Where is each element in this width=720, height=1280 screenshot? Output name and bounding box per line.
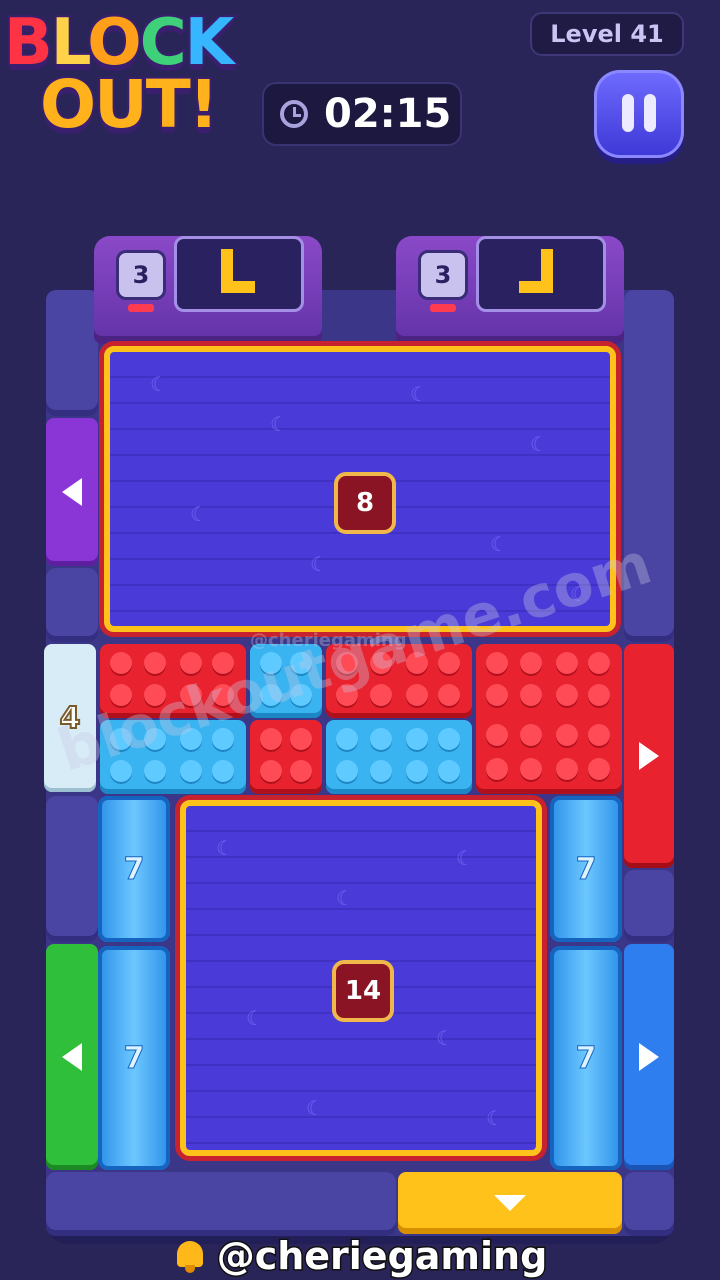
footer-handle: @cheriegaming bbox=[215, 1233, 549, 1280]
exit-purple-left[interactable] bbox=[46, 418, 98, 566]
timer-text: 02:15 bbox=[324, 91, 452, 137]
arrow-right-icon bbox=[639, 1043, 659, 1071]
pause-icon-bar bbox=[644, 94, 656, 132]
spawner-light bbox=[430, 304, 456, 312]
spawner-right: 3 bbox=[396, 236, 624, 344]
arrow-right-icon bbox=[639, 742, 659, 770]
ice-block[interactable]: 7 bbox=[550, 796, 622, 942]
bell-icon bbox=[173, 1239, 207, 1273]
ice-block[interactable]: 7 bbox=[98, 946, 170, 1170]
frame-left-lower bbox=[46, 796, 98, 942]
lego-block-blue[interactable] bbox=[326, 720, 472, 794]
timer: 02:15 bbox=[262, 82, 462, 146]
game-logo: BLOCK OUT! bbox=[0, 0, 270, 150]
footer: @cheriegaming bbox=[0, 1232, 720, 1280]
exit-blue-right[interactable] bbox=[624, 944, 674, 1170]
exit-green-left[interactable] bbox=[46, 944, 98, 1170]
arrow-down-icon bbox=[494, 1195, 526, 1211]
frame-bottom bbox=[46, 1172, 396, 1236]
spawner-count: 3 bbox=[418, 250, 468, 300]
exit-red-right[interactable] bbox=[624, 644, 674, 868]
pause-icon bbox=[622, 94, 634, 132]
frame-left-mid bbox=[46, 568, 98, 642]
spawner-light bbox=[128, 304, 154, 312]
frame-bottom-right bbox=[624, 1172, 674, 1236]
arrow-left-icon bbox=[62, 1043, 82, 1071]
spawner-count: 3 bbox=[116, 250, 166, 300]
spawner-window bbox=[476, 236, 606, 312]
lego-block-red[interactable] bbox=[250, 720, 322, 794]
frame-right-mid bbox=[624, 870, 674, 942]
logo-line-2: OUT! bbox=[38, 64, 221, 145]
spawner-left: 3 bbox=[94, 236, 322, 344]
wood-area-bottom: ☾ ☾ ☾ ☾ ☾ ☾ ☾ 14 bbox=[180, 800, 542, 1156]
spawner-window bbox=[174, 236, 304, 312]
ice-block[interactable]: 7 bbox=[550, 946, 622, 1170]
arrow-left-icon bbox=[62, 478, 82, 506]
pause-button[interactable] bbox=[594, 70, 684, 158]
level-indicator: Level 41 bbox=[530, 12, 684, 56]
clock-icon bbox=[280, 100, 308, 128]
lego-block-red-large[interactable] bbox=[476, 644, 622, 794]
wood-count-badge: 8 bbox=[334, 472, 396, 534]
frame-left-top bbox=[46, 290, 98, 416]
exit-yellow-bottom[interactable] bbox=[398, 1172, 622, 1234]
wood-count-badge: 14 bbox=[332, 960, 394, 1022]
ice-block[interactable]: 7 bbox=[98, 796, 170, 942]
